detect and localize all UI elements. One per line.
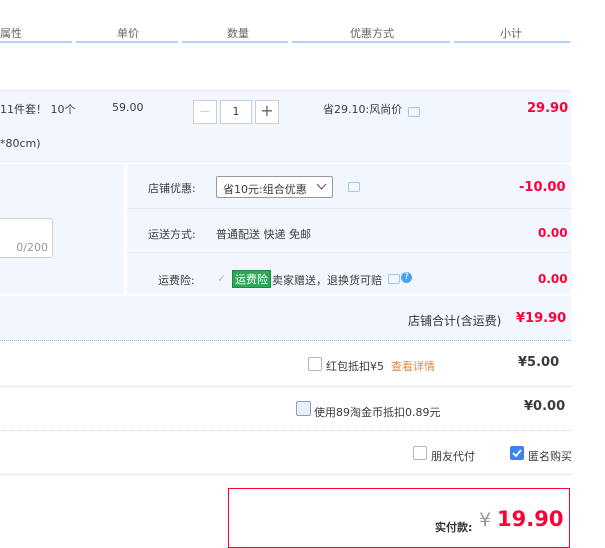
- header-divider: [182, 41, 288, 43]
- insurance-check-icon: ✓: [217, 272, 227, 285]
- header-unit-price: 单价: [117, 27, 139, 40]
- divider: [127, 208, 571, 209]
- insurance-text: 卖家赠送，退换货可赔: [272, 274, 382, 287]
- taojinbi-checkbox[interactable]: [296, 401, 311, 416]
- header-subtotal: 小计: [500, 27, 522, 40]
- anonymous-checkbox[interactable]: [510, 446, 524, 460]
- shop-total-value: ¥19.90: [516, 311, 567, 326]
- taojinbi-amount: ¥0.00: [524, 399, 566, 414]
- divider: [0, 474, 571, 475]
- qty-plus-button[interactable]: +: [255, 100, 279, 124]
- quantity-input[interactable]: 1: [220, 100, 252, 124]
- divider: [0, 430, 571, 431]
- summary-amount: 19.90: [497, 507, 564, 531]
- redpacket-checkbox[interactable]: [308, 357, 322, 371]
- message-counter: 0/200: [16, 241, 48, 254]
- insurance-badge: 运费险: [232, 270, 271, 288]
- header-divider: [454, 41, 570, 43]
- header-divider: [76, 41, 178, 43]
- header-attr: 属性: [0, 27, 22, 40]
- anonymous-label: 匿名购买: [528, 450, 572, 463]
- header-discount: 优惠方式: [350, 27, 394, 40]
- shipping-amount: 0.00: [538, 226, 568, 240]
- redpacket-label: 红包抵扣¥5: [326, 360, 384, 373]
- shipping-value: 普通配送 快递 免邮: [216, 228, 311, 241]
- shop-options: 店铺优惠: 省10元:组合优惠 -10.00 运送方式: 普通配送 快递 免邮 …: [127, 164, 571, 294]
- promo-label: 店铺优惠:: [148, 182, 196, 195]
- shipping-label: 运送方式:: [148, 228, 196, 241]
- item-spec: *80cm): [0, 137, 41, 150]
- friend-pay-checkbox[interactable]: [413, 446, 427, 460]
- insurance-label: 运费险:: [158, 274, 195, 287]
- item-unit-price: 59.00: [112, 101, 144, 114]
- shop-total-label: 店铺合计(含运费): [408, 314, 502, 328]
- divider: [127, 252, 571, 253]
- redpacket-detail-link[interactable]: 查看详情: [391, 358, 435, 374]
- message-area: 0/200: [0, 164, 124, 294]
- chevron-down-icon: [316, 183, 327, 190]
- header-quantity: 数量: [227, 27, 249, 40]
- insurance-amount: 0.00: [538, 272, 568, 286]
- chat-icon[interactable]: [348, 182, 360, 192]
- item-subtotal: 29.90: [527, 101, 569, 116]
- qty-minus-button[interactable]: —: [193, 100, 217, 124]
- summary-label: 实付款:: [435, 521, 473, 534]
- promo-amount: -10.00: [519, 180, 566, 195]
- item-row: 11件套！ 10个 *80cm) 59.00 — 1 + 省29.10:风尚价 …: [0, 90, 571, 163]
- divider: [0, 386, 571, 387]
- taojinbi-label: 使用89淘金币抵扣0.89元: [314, 406, 441, 419]
- header-divider: [292, 41, 450, 43]
- message-textarea[interactable]: 0/200: [0, 218, 53, 258]
- item-discount: 省29.10:风尚价: [323, 103, 403, 116]
- item-title[interactable]: 11件套！ 10个: [0, 101, 76, 117]
- promo-select-value: 省10元:组合优惠: [223, 183, 307, 196]
- check-icon: [512, 449, 522, 458]
- friend-pay-label: 朋友代付: [431, 450, 475, 463]
- shop-total-row: 店铺合计(含运费) ¥19.90: [0, 296, 571, 341]
- redpacket-amount: ¥5.00: [518, 355, 560, 370]
- header-divider: [0, 41, 72, 43]
- help-icon[interactable]: ?: [401, 272, 412, 283]
- promo-select[interactable]: 省10元:组合优惠: [216, 176, 333, 198]
- summary-currency: ¥: [479, 509, 492, 531]
- chat-icon[interactable]: [388, 274, 400, 284]
- chat-icon[interactable]: [408, 107, 420, 117]
- summary-box: 实付款: ¥ 19.90: [228, 488, 570, 548]
